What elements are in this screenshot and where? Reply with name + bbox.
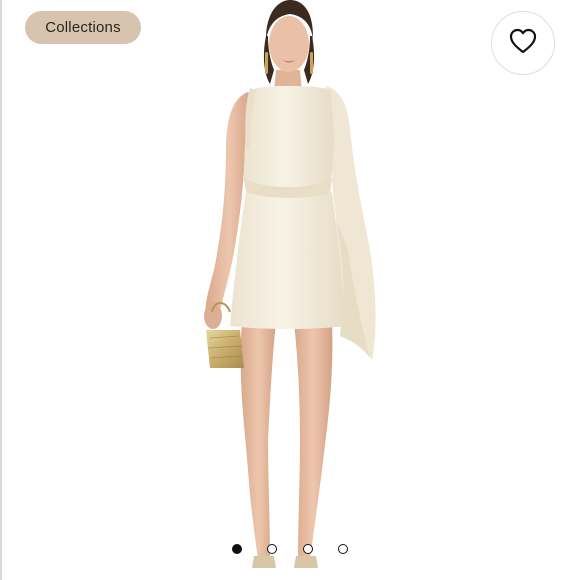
model-right-earring (310, 52, 313, 74)
product-photo[interactable] (0, 0, 580, 580)
listing-frame: Collections (0, 0, 580, 580)
model-right-leg (294, 320, 333, 560)
model-face (269, 16, 309, 72)
carousel-dot-3[interactable] (303, 544, 313, 554)
model-left-leg (240, 320, 276, 560)
model-left-earring (265, 52, 268, 74)
dress-bodice (244, 86, 334, 189)
carousel-dot-2[interactable] (267, 544, 277, 554)
heart-icon (509, 28, 537, 59)
like-button[interactable] (491, 11, 555, 75)
carousel-dot-4[interactable] (338, 544, 348, 554)
carousel-dot-1[interactable] (232, 544, 242, 554)
carousel-pagination (0, 544, 580, 558)
dress-skirt (230, 192, 346, 329)
collections-button-label: Collections (45, 19, 121, 36)
collections-button[interactable]: Collections (25, 11, 141, 44)
